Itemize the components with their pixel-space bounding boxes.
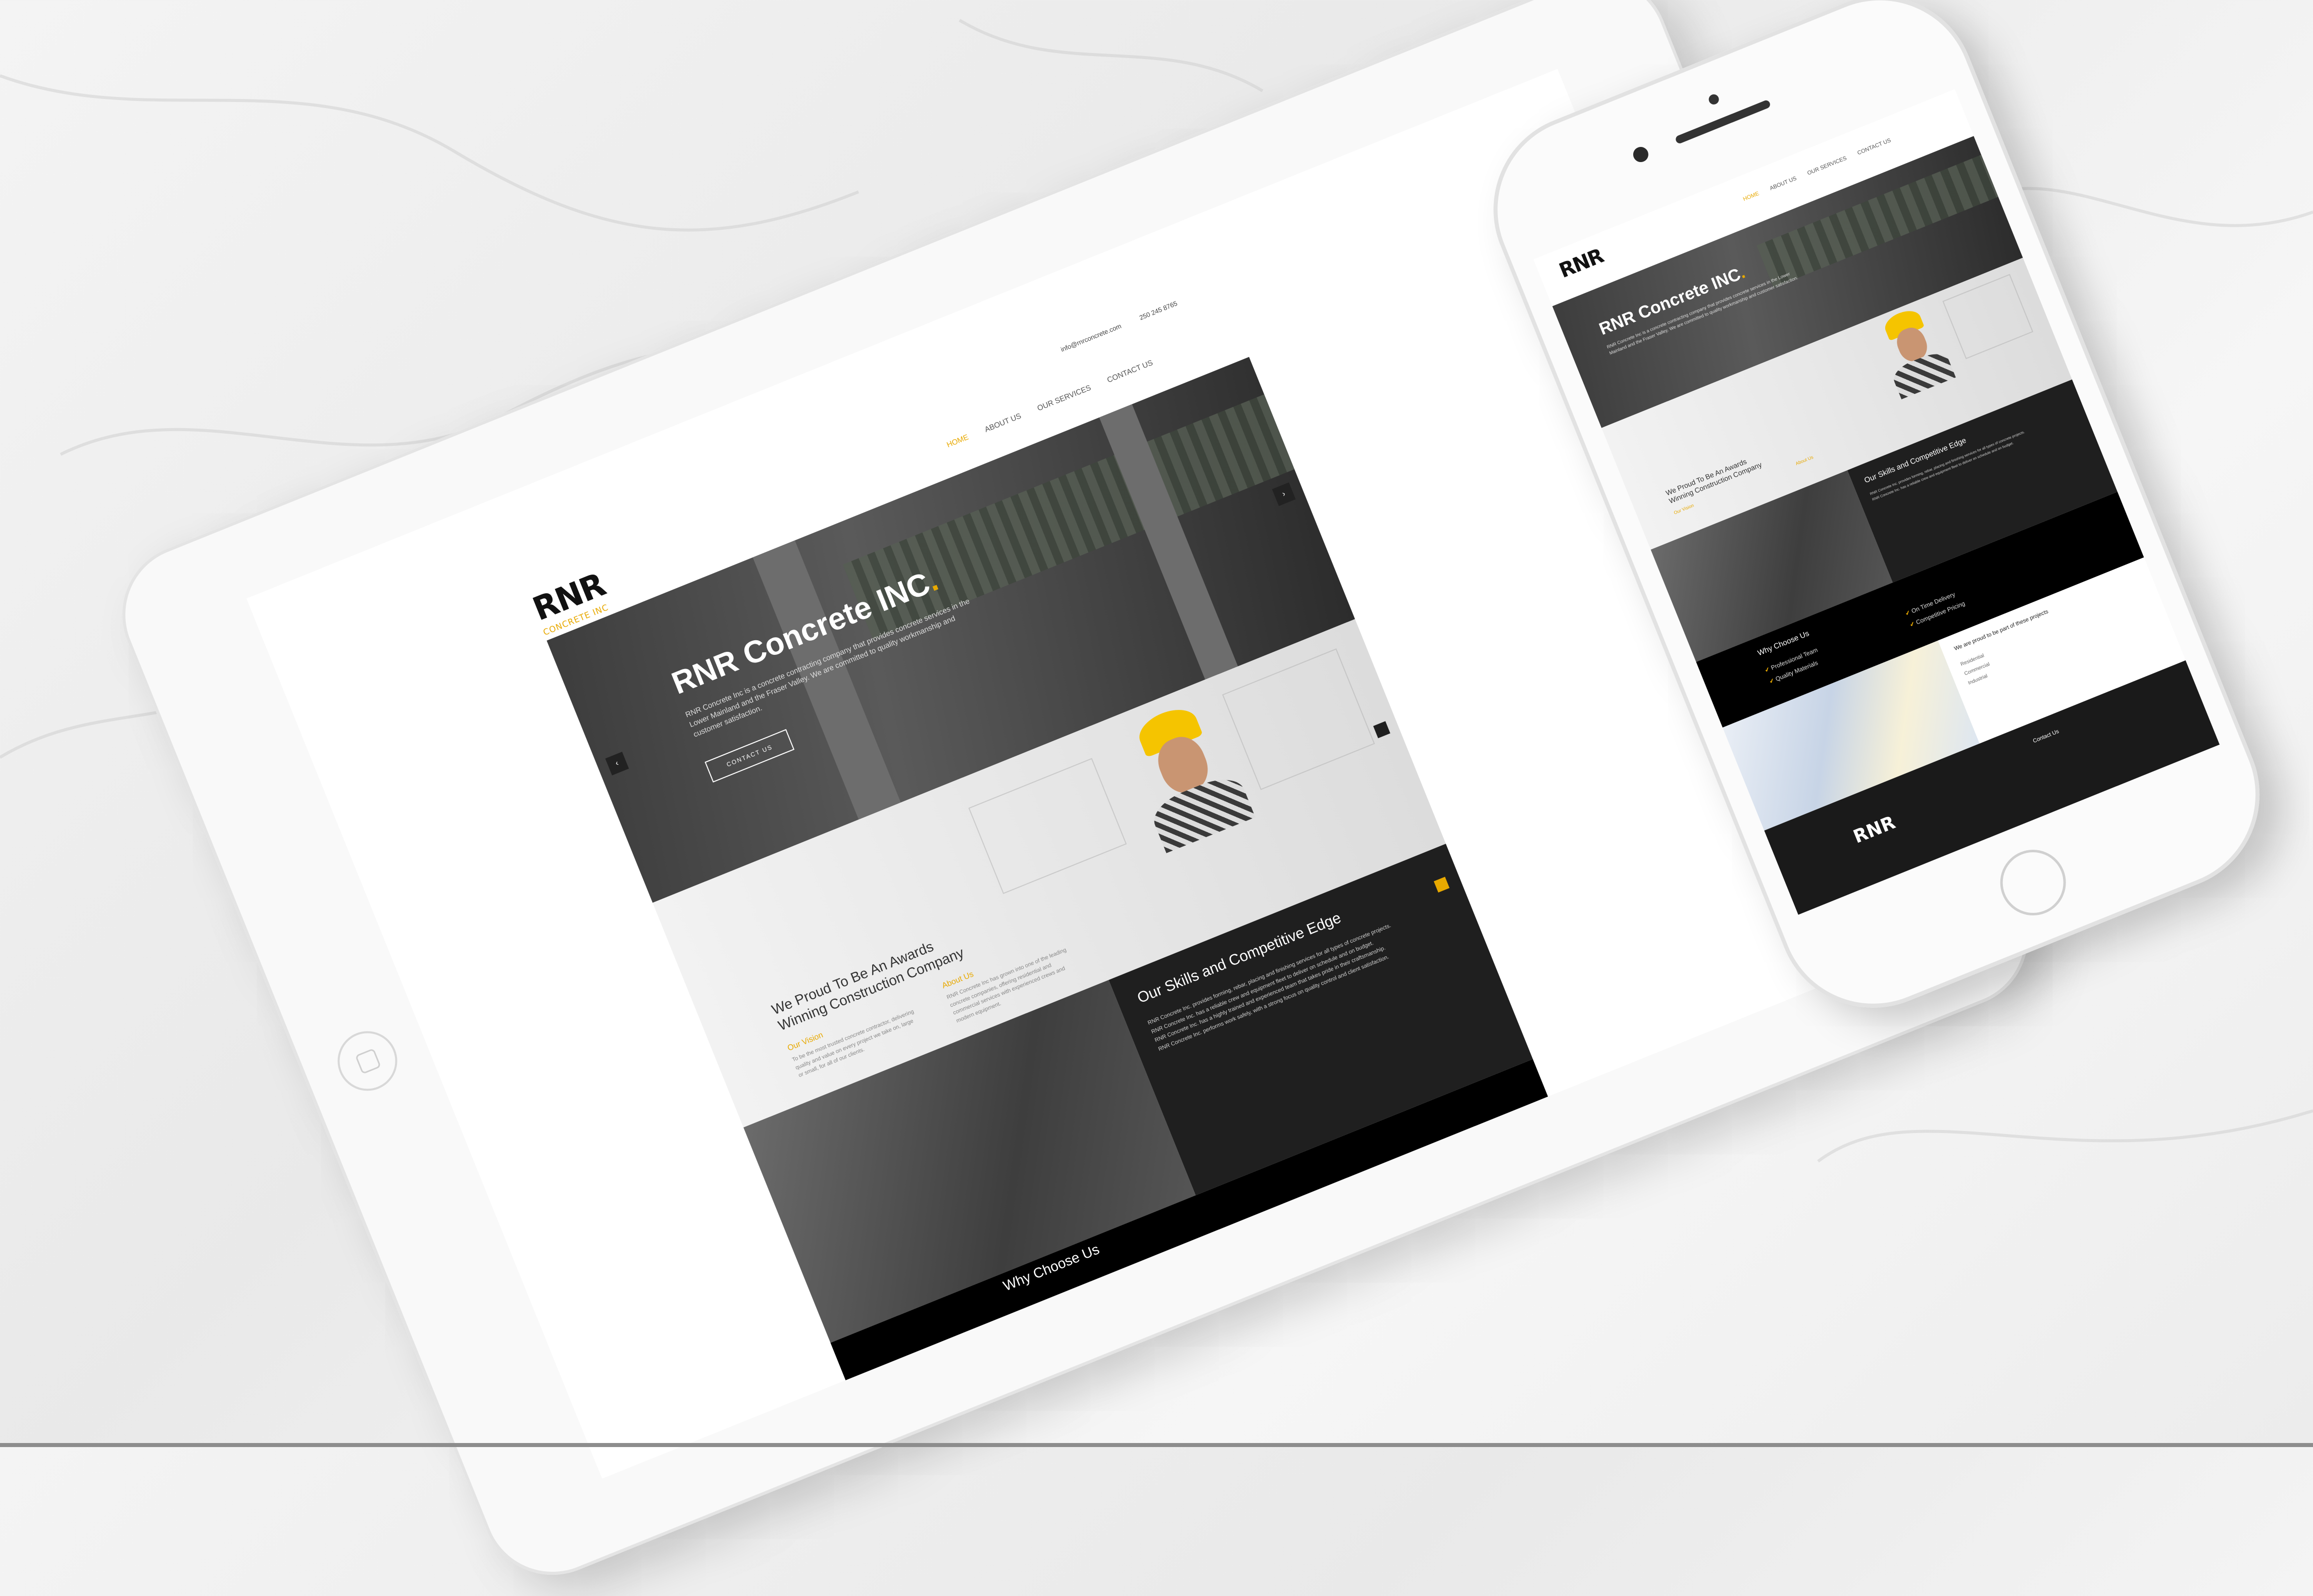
- vision-title: Our Vision: [1673, 502, 1695, 516]
- slider-next-icon[interactable]: ›: [1272, 482, 1296, 506]
- nav-item-about[interactable]: ABOUT US: [983, 411, 1022, 434]
- nav-item-about[interactable]: ABOUT US: [1769, 175, 1797, 191]
- contact-us-button[interactable]: CONTACT US: [705, 729, 795, 783]
- worker-image: [1866, 300, 1962, 402]
- phone-link[interactable]: 250 245 8765: [1138, 299, 1178, 322]
- footer-logo[interactable]: RNR: [1850, 812, 1898, 848]
- speaker-icon: [1674, 99, 1772, 145]
- logo-text: RNR: [1555, 244, 1606, 283]
- nav-item-home[interactable]: HOME: [945, 433, 970, 449]
- footer-contact-title: Contact Us: [2032, 728, 2060, 745]
- nav-item-contact[interactable]: CONTACT US: [1106, 358, 1154, 385]
- nav-item-services[interactable]: OUR SERVICES: [1036, 383, 1092, 413]
- about-heading: We Proud To Be An Awards Winning Construc…: [769, 938, 966, 1034]
- about-heading: We Proud To Be An Awards Winning Construc…: [1664, 457, 1763, 505]
- nav-item-home[interactable]: HOME: [1742, 190, 1760, 202]
- skills-line: RNR Concrete Inc. performs work safely, …: [1157, 954, 1390, 1053]
- scroll-top-icon[interactable]: [1373, 721, 1390, 739]
- slider-prev-icon[interactable]: ‹: [605, 751, 629, 776]
- camera-icon: [1631, 144, 1651, 165]
- nav-item-services[interactable]: OUR SERVICES: [1806, 155, 1847, 176]
- home-button-icon[interactable]: [1990, 840, 2076, 925]
- home-button-icon[interactable]: [328, 1022, 407, 1100]
- bottom-edge: [0, 1443, 2313, 1447]
- sensor-icon: [1707, 92, 1721, 106]
- about-us-title: About Us: [1794, 454, 1814, 467]
- scroll-top-icon[interactable]: [1433, 877, 1450, 893]
- nav-item-contact[interactable]: CONTACT US: [1856, 137, 1892, 157]
- building-sketch: [968, 758, 1127, 894]
- site-logo[interactable]: RNR: [1556, 244, 1606, 283]
- building-sketch: [1942, 274, 2034, 359]
- project-item: Industrial: [1967, 673, 1989, 686]
